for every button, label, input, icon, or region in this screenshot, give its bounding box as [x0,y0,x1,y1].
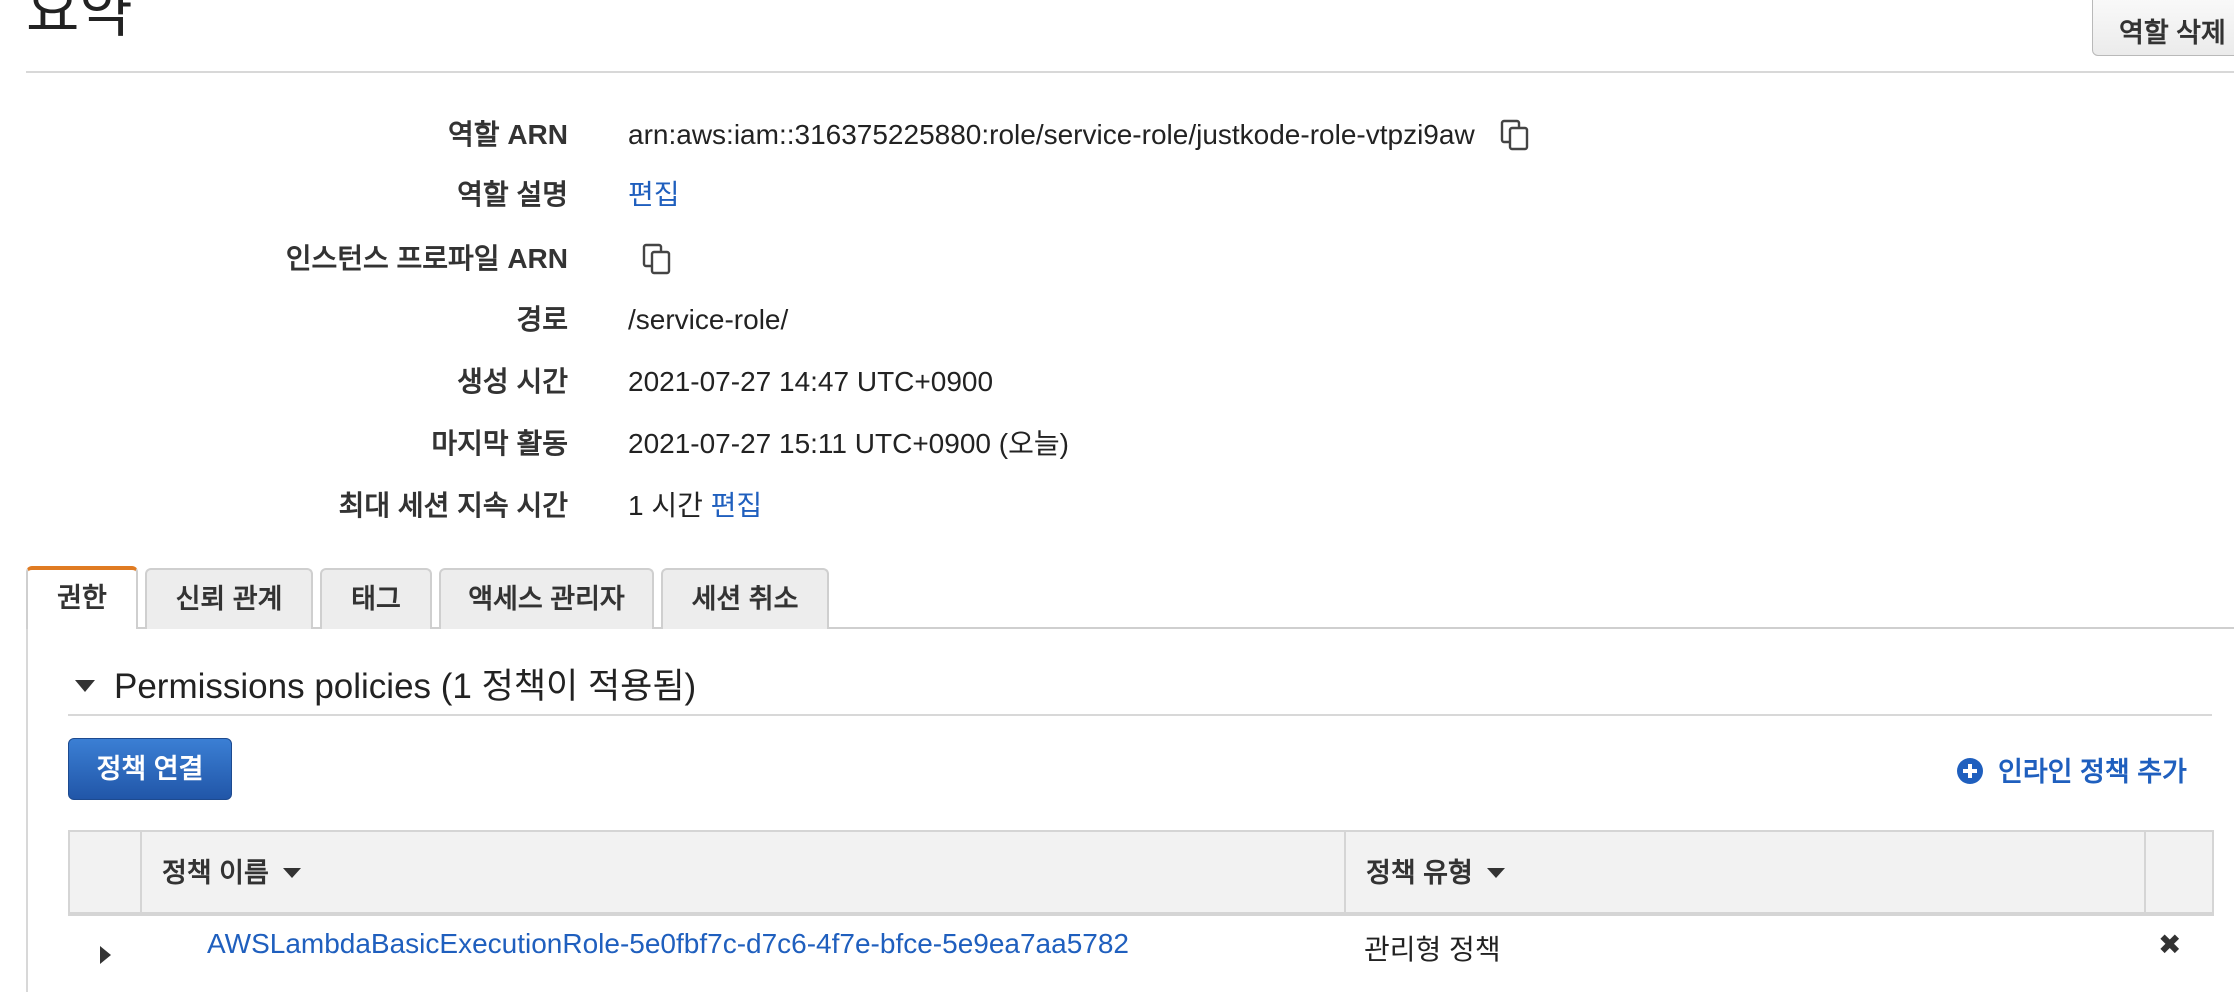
page-title: 요약 [26,0,133,44]
instance-profile-arn-label: 인스턴스 프로파일 ARN [285,243,568,274]
policy-type: 관리형 정책 [1364,934,1501,965]
max-session-duration-edit-link[interactable]: 편집 [711,490,763,521]
column-header-policy-name[interactable]: 정책 이름 [162,832,301,914]
path-label: 경로 [516,304,568,335]
path-value: /service-role/ [628,304,789,335]
summary-row-max-session-duration: 최대 세션 지속 시간 1 시간 편집 [0,481,2234,531]
max-session-duration-value: 1 시간 [628,490,703,521]
permissions-section-title[interactable]: Permissions policies (1 정책이 적용됨) [114,658,696,709]
column-divider [1344,832,1346,914]
summary-row-path: 경로 /service-role/ [0,295,2234,345]
delete-role-button[interactable]: 역할 삭제 [2092,0,2234,56]
role-description-label: 역할 설명 [457,179,568,210]
role-arn-value-wrap: arn:aws:iam::316375225880:role/service-r… [628,110,1532,160]
instance-profile-arn-value-wrap [624,234,674,284]
copy-icon[interactable] [640,242,674,276]
tab-access-advisor[interactable]: 액세스 관리자 [439,568,654,629]
creation-time-value: 2021-07-27 14:47 UTC+0900 [628,366,994,397]
column-divider [140,832,142,914]
add-inline-policy-link[interactable]: 인라인 정책 추가 [1956,750,2187,789]
summary-row-last-activity: 마지막 활동 2021-07-27 15:11 UTC+0900 (오늘) [0,419,2234,469]
attach-policies-button[interactable]: 정책 연결 [68,738,232,800]
role-description-edit-link[interactable]: 편집 [628,170,680,220]
plus-circle-icon [1957,757,1983,784]
last-activity-label: 마지막 활동 [431,428,568,459]
column-header-policy-type[interactable]: 정책 유형 [1366,832,1505,914]
tab-revoke-sessions[interactable]: 세션 취소 [661,568,829,629]
summary-row-instance-profile-arn: 인스턴스 프로파일 ARN [0,234,2234,284]
column-divider [2144,832,2146,914]
summary-row-role-description: 역할 설명 편집 [0,170,2234,220]
collapse-caret-icon[interactable] [75,680,95,692]
role-arn-value: arn:aws:iam::316375225880:role/service-r… [628,119,1475,150]
table-row: AWSLambdaBasicExecutionRole-5e0fbf7c-d7c… [68,914,2214,992]
max-session-duration-label: 최대 세션 지속 시간 [338,490,568,521]
creation-time-label: 생성 시간 [457,366,568,397]
policies-table: 정책 이름 정책 유형 AWSLambdaBasicExecutionRole-… [68,830,2214,992]
title-divider [26,71,2234,73]
column-header-policy-name-label: 정책 이름 [162,858,269,888]
max-session-duration-value-wrap: 1 시간 편집 [628,481,762,531]
sort-caret-icon [1486,867,1505,878]
add-inline-policy-label: 인라인 정책 추가 [1998,757,2187,787]
role-arn-label: 역할 ARN [448,119,568,150]
last-activity-value: 2021-07-27 15:11 UTC+0900 (오늘) [628,428,1069,459]
summary-row-role-arn: 역할 ARN arn:aws:iam::316375225880:role/se… [0,110,2234,160]
panel-border [26,629,28,992]
copy-icon[interactable] [1498,118,1532,152]
table-header: 정책 이름 정책 유형 [68,830,2214,914]
sort-caret-icon [282,867,301,878]
close-icon[interactable]: ✖ [2158,928,2181,961]
summary-row-creation-time: 생성 시간 2021-07-27 14:47 UTC+0900 [0,357,2234,407]
column-header-policy-type-label: 정책 유형 [1366,858,1473,888]
policy-name-link[interactable]: AWSLambdaBasicExecutionRole-5e0fbf7c-d7c… [207,928,1129,960]
tab-trust-relationships[interactable]: 신뢰 관계 [145,568,313,629]
caret-right-icon[interactable] [100,946,111,964]
section-divider [68,714,2212,716]
tab-permissions[interactable]: 권한 [26,566,138,629]
role-summary-page: 요약 역할 삭제 역할 ARN arn:aws:iam::31637522588… [0,0,2234,992]
tab-tags[interactable]: 태그 [320,568,432,629]
